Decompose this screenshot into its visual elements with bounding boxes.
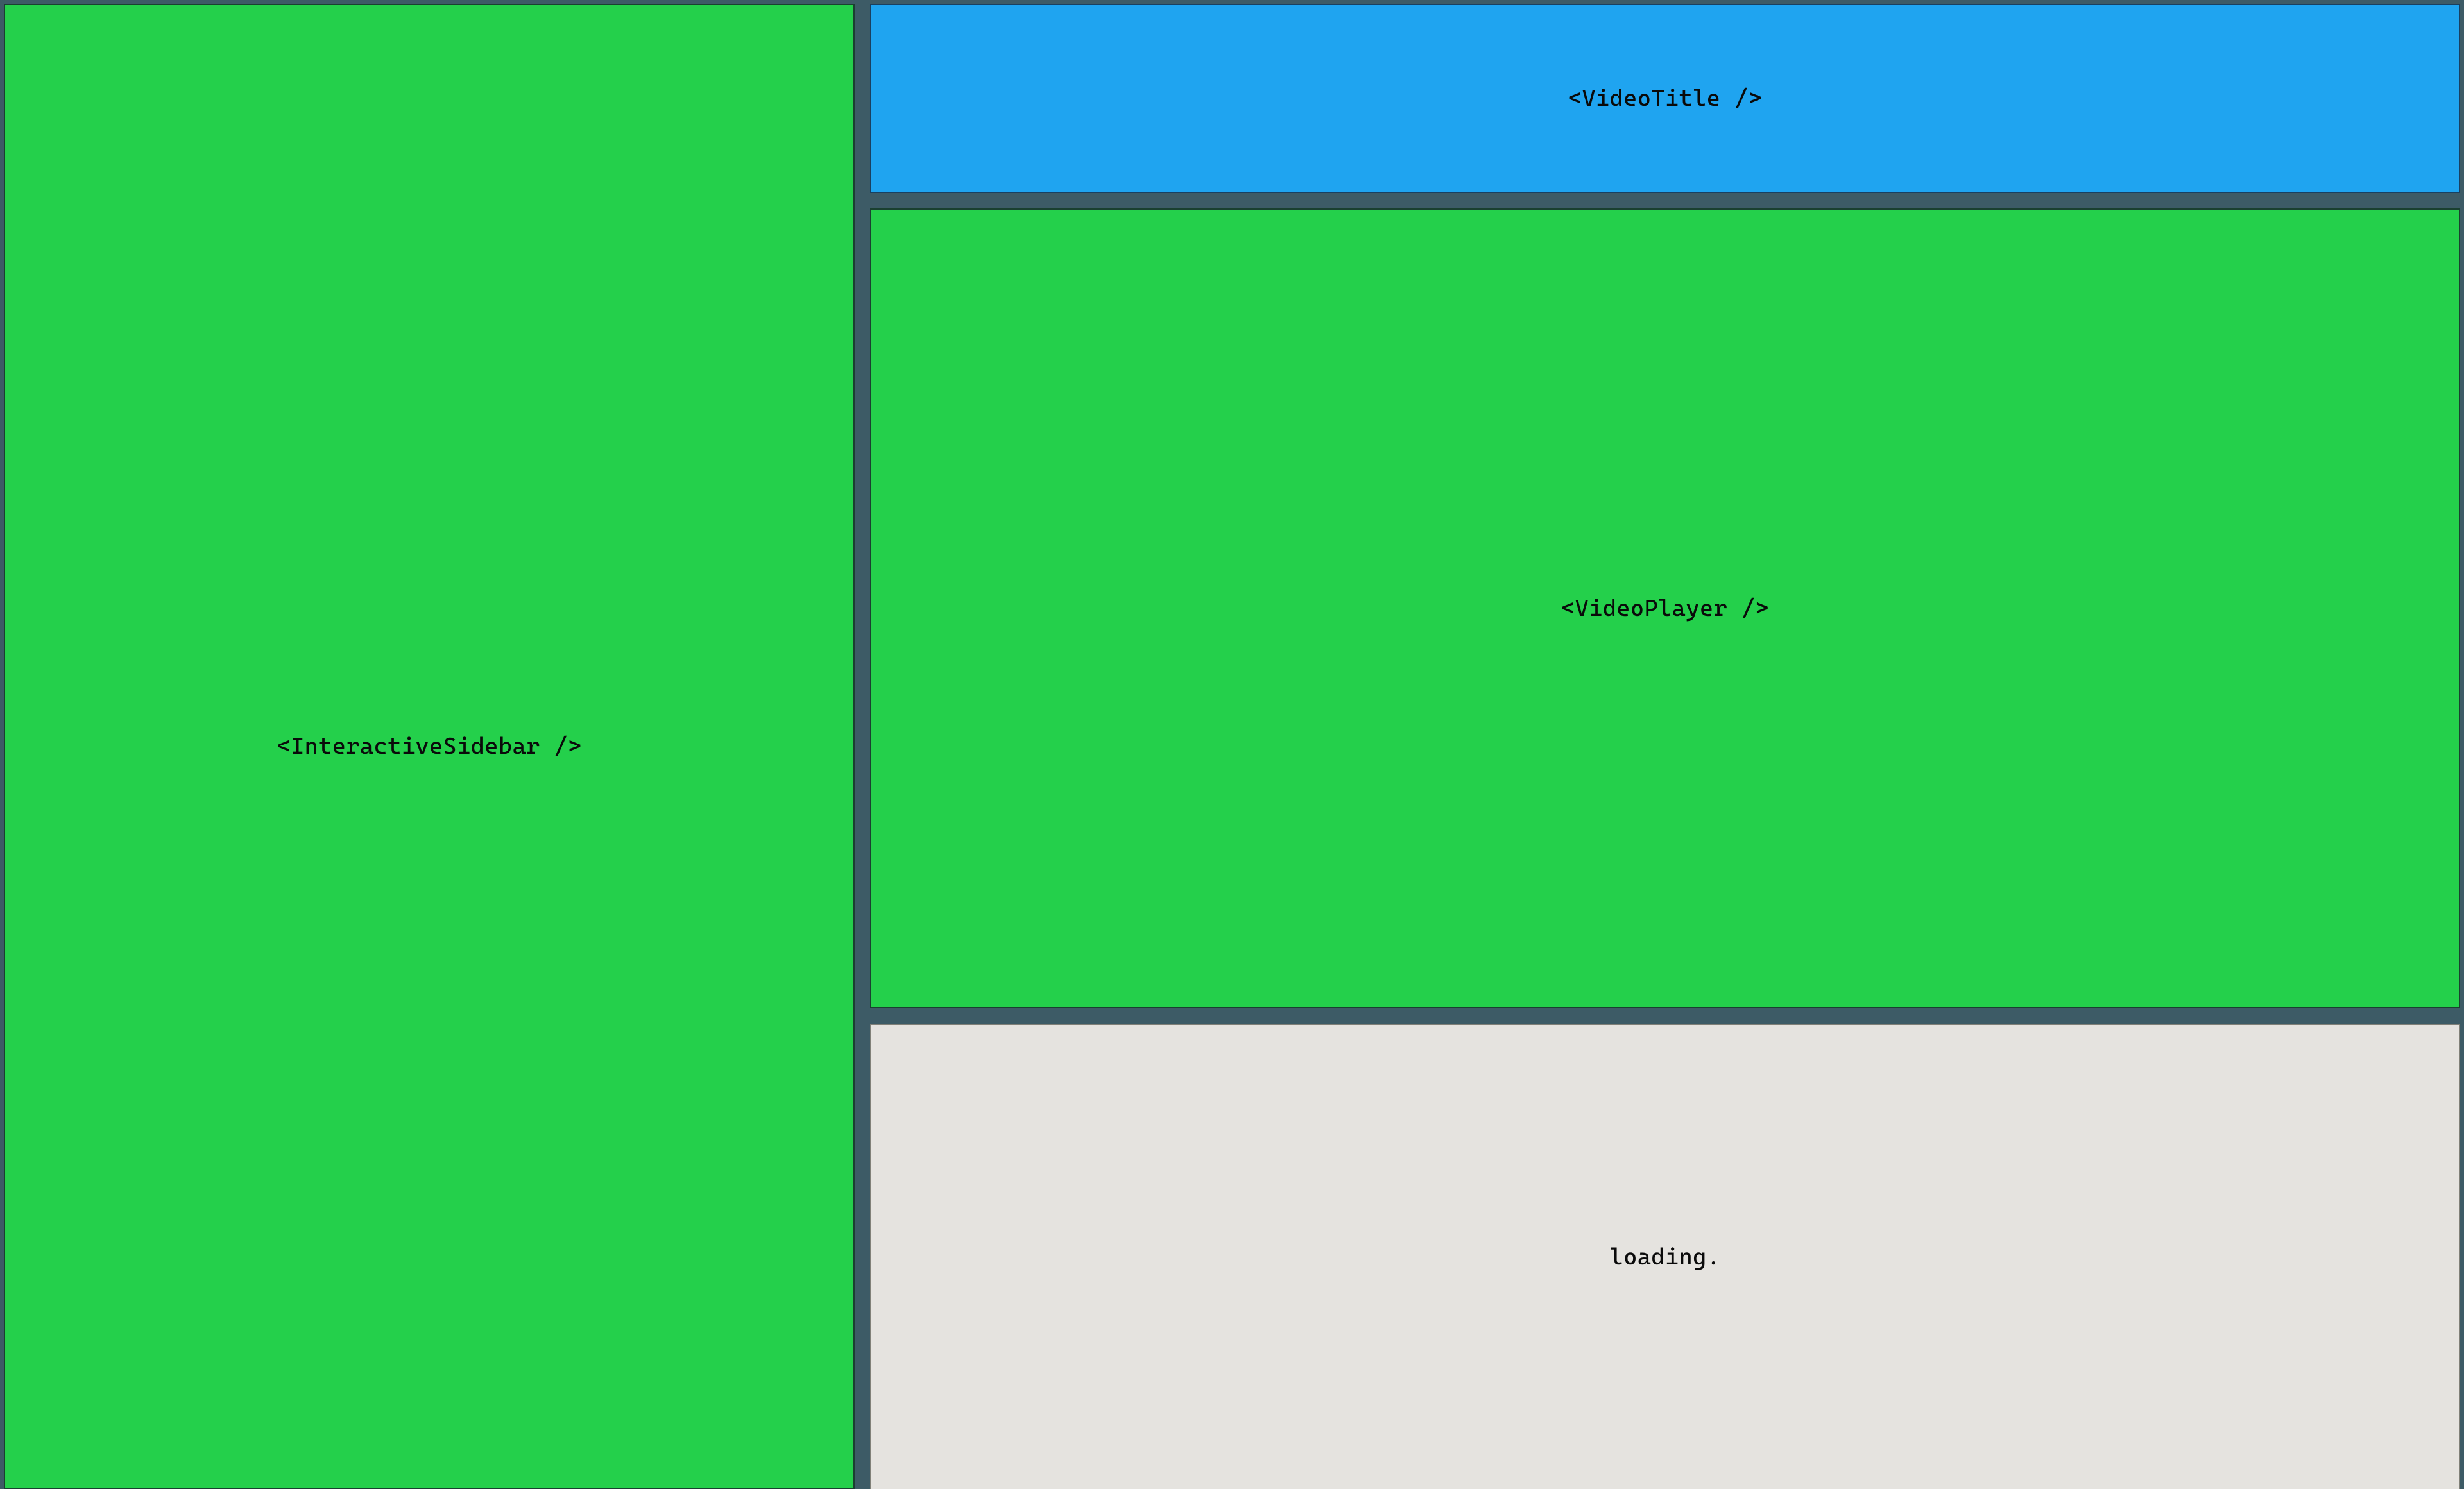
sidebar-column: <InteractiveSidebar /> — [0, 0, 862, 1489]
sidebar-label: <InteractiveSidebar /> — [277, 733, 581, 760]
video-player-label: <VideoPlayer /> — [1561, 595, 1769, 622]
loading-placeholder: loading. — [870, 1024, 2460, 1489]
interactive-sidebar-placeholder: <InteractiveSidebar /> — [4, 4, 855, 1489]
video-title-label: <VideoTitle /> — [1568, 85, 1762, 112]
loading-label: loading. — [1610, 1244, 1721, 1270]
layout-container: <InteractiveSidebar /> <VideoTitle /> <V… — [0, 0, 2464, 1489]
video-player-placeholder: <VideoPlayer /> — [870, 208, 2460, 1008]
main-column: <VideoTitle /> <VideoPlayer /> loading. — [862, 0, 2464, 1489]
video-title-placeholder: <VideoTitle /> — [870, 4, 2460, 193]
